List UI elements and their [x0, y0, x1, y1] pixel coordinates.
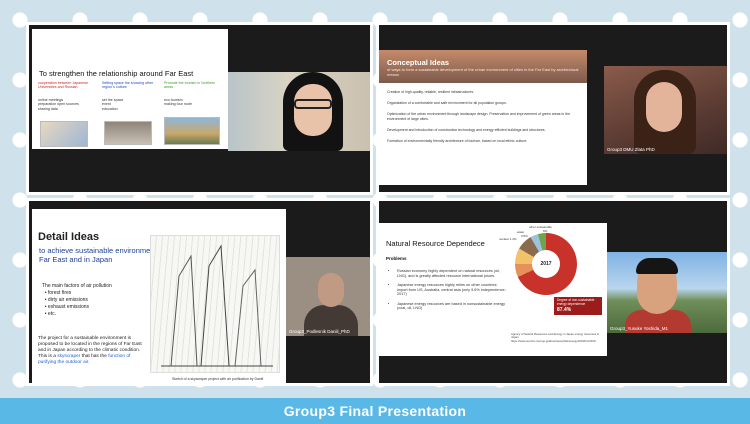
source-note: Agency of Natural Resources and Energy i… — [511, 332, 600, 343]
glasses — [294, 99, 332, 109]
participant-name-label: Group3_Podlesnik Daniil_PhD — [289, 329, 350, 334]
factors-heading: The main factors of air pollution — [42, 283, 112, 289]
shared-slide-3: Detail Ideas to achieve sustainable envi… — [32, 209, 286, 383]
factor-item: • forest fires — [42, 290, 72, 296]
idea-list: Creation of high-quality, reliable, resi… — [387, 90, 581, 150]
energy-donut-chart: 2017 — [515, 233, 577, 295]
webcam-feed: Group3_Yusuke Yoshida_M1 — [607, 252, 727, 333]
slide-subtitle: of ways to form a sustainable developmen… — [387, 67, 579, 77]
problems-heading: Problems — [386, 256, 407, 261]
video-tile-1[interactable]: To strengthen the relationship around Fa… — [26, 22, 373, 195]
list-item: Formation of environmentally friendly ar… — [387, 138, 528, 143]
pie-label-pct1: 6% — [543, 229, 548, 233]
participant-name-label: Group3_Yusuke Yoshida_M1 — [610, 326, 669, 331]
participant-hair — [636, 258, 678, 274]
slide-title: Conceptual Ideas — [387, 58, 450, 67]
participant-name-label: Group3 DMU Zlata PhD — [607, 147, 655, 152]
list-item: Creation of high-quality, reliable, resi… — [387, 90, 475, 94]
shared-slide-4: Natural Resource Dependece Problems Russ… — [379, 223, 607, 356]
air-pollution-factors: The main factors of air pollution • fore… — [42, 283, 112, 318]
slide-title: To strengthen the relationship around Fa… — [39, 69, 194, 78]
skyscraper-sketch — [150, 235, 280, 373]
dependence-callout: Degree of non-sustainable energy depende… — [554, 297, 602, 315]
problem-list: Russian economy highly dependent on natu… — [391, 269, 507, 316]
list-item: Development and introduction of construc… — [387, 127, 546, 132]
sketch-caption: Sketch of a skyscraper project with air … — [172, 377, 264, 381]
slide-image-landscape — [164, 117, 220, 145]
slide-title: Detail Ideas — [38, 231, 100, 243]
slide-title: Natural Resource Dependece — [386, 239, 485, 248]
slide-column-2: Setting space the showing other region`s… — [102, 81, 156, 111]
factor-item: • dirty air emissions — [42, 297, 88, 303]
shared-slide-2: Conceptual Ideas of ways to form a susta… — [379, 50, 587, 185]
pie-label-other: other sustainable — [529, 225, 552, 229]
slide-image-hall — [104, 121, 152, 145]
shared-slide-1: To strengthen the relationship around Fa… — [32, 29, 228, 149]
column-items: eco tourism making tour route — [164, 97, 192, 107]
webcam-feed: Group3 DMU Zlata PhD — [604, 66, 727, 154]
factor-item: • exhaust emissions — [42, 304, 90, 310]
slide-column-3: Promote the tourism in Northern areas ec… — [164, 81, 218, 107]
participant-face — [646, 82, 682, 132]
participant-face — [294, 84, 332, 136]
participant-face — [318, 273, 344, 307]
donut-center-label: 2017 — [532, 250, 560, 278]
project-paragraph: The project for a sustainable environmen… — [38, 336, 142, 365]
list-item: Russian economy highly dependent on natu… — [397, 269, 507, 278]
list-item: Optimization of the urban environment th… — [387, 112, 571, 121]
webcam-feed: Group3_Podlesnik Daniil_PhD — [286, 257, 370, 336]
column-heading: Promote the tourism in Northern areas — [164, 81, 216, 90]
list-item: Organization of a comfortable and safe e… — [387, 101, 507, 106]
video-tile-3[interactable]: Detail Ideas to achieve sustainable envi… — [26, 198, 373, 386]
video-tile-4[interactable]: Natural Resource Dependece Problems Russ… — [376, 198, 730, 386]
callout-value: 87.4% — [557, 306, 572, 313]
webcam-feed — [228, 72, 370, 151]
pie-label-nuclear: nuclear 1.4% — [499, 237, 517, 241]
column-heading: cooperation between Japanese Universitie… — [38, 81, 88, 90]
column-items: online meetings preparation open sources… — [38, 97, 79, 111]
pie-label-pct2: 3.5% — [521, 234, 528, 238]
column-items: set the space event education — [102, 97, 124, 111]
slide-column-1: cooperation between Japanese Universitie… — [38, 81, 92, 111]
presentation-title: Group3 Final Presentation — [283, 403, 467, 419]
column-heading: Setting space the showing other region`s… — [102, 81, 154, 90]
list-item: Japanese energy resources are based in n… — [397, 302, 507, 311]
factor-item: • etc. — [42, 311, 56, 317]
video-tile-2[interactable]: Conceptual Ideas of ways to form a susta… — [376, 22, 730, 195]
slide-image-meeting — [40, 121, 88, 147]
footer-banner: Group3 Final Presentation — [0, 398, 750, 424]
callout-text: Degree of non-sustainable energy depende… — [557, 298, 595, 306]
list-item: Japanese energy resources highly relies … — [397, 283, 507, 297]
